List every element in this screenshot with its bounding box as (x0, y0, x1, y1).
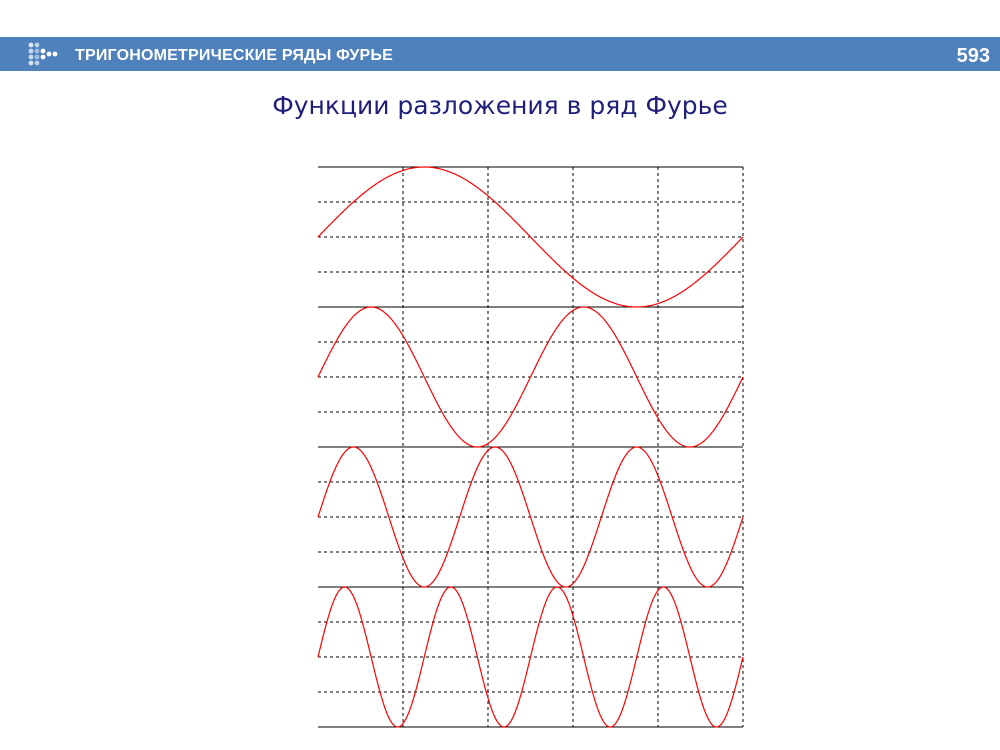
section-title: ТРИГОНОМЕТРИЧЕСКИЕ РЯДЫ ФУРЬЕ (75, 47, 393, 64)
dots-arrow-icon (28, 42, 58, 66)
header-bar: ТРИГОНОМЕТРИЧЕСКИЕ РЯДЫ ФУРЬЕ 593 (0, 37, 1000, 71)
fourier-basis-chart (317, 166, 744, 728)
slide-title: Функции разложения в ряд Фурье (272, 91, 728, 120)
page-number: 593 (956, 45, 990, 67)
